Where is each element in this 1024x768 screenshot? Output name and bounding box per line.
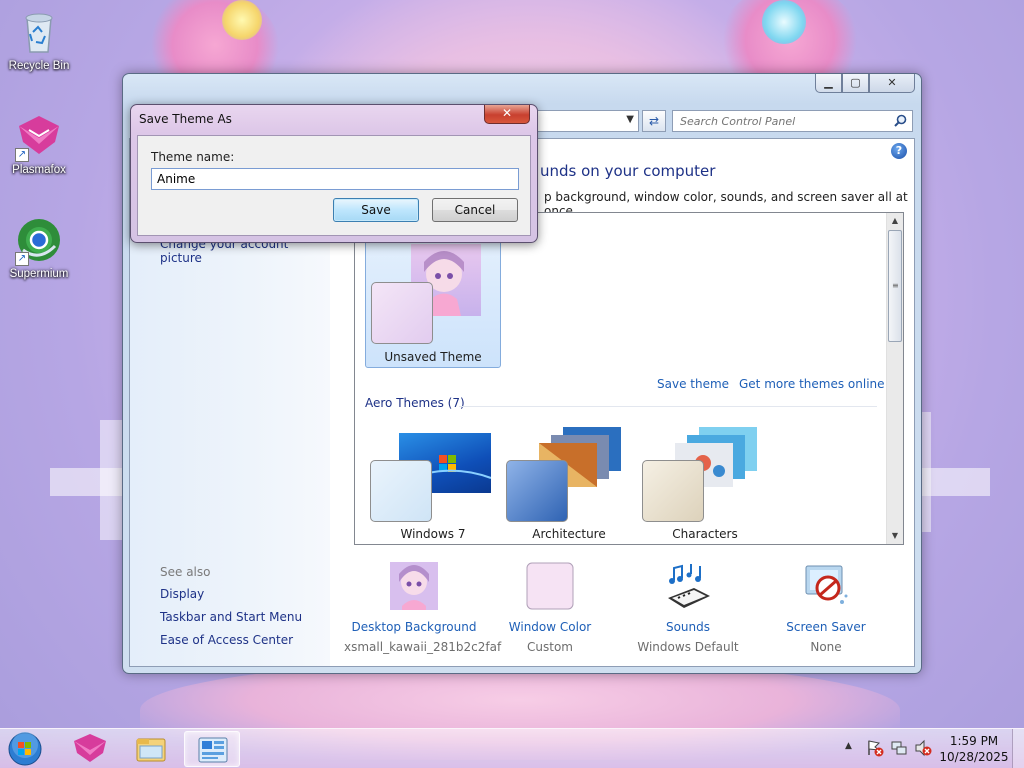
cancel-button[interactable]: Cancel [432, 198, 518, 222]
help-icon[interactable]: ? [891, 143, 907, 159]
theme-unsaved[interactable]: Unsaved Theme [365, 229, 501, 368]
window-color-title[interactable]: Window Color [480, 620, 620, 634]
save-button[interactable]: Save [333, 198, 419, 222]
scroll-grip-icon: ≡ [892, 281, 899, 290]
theme-label: Windows 7 [400, 527, 466, 541]
desktop-background-value: xsmall_kawaii_281b2c2faf [344, 640, 502, 654]
taskbar-file-explorer[interactable] [123, 731, 179, 767]
taskbar-control-panel[interactable] [184, 731, 240, 767]
plasmafox-icon: ↗ [15, 112, 63, 162]
wallpaper-gem-left [222, 0, 262, 40]
windows-orb-icon [8, 732, 42, 766]
theme-architecture[interactable]: Architecture [501, 423, 637, 543]
screen-saver-value: None [810, 640, 842, 654]
theme-characters[interactable]: Characters [637, 423, 773, 543]
supermium-icon: ↗ [15, 216, 63, 266]
action-center-icon[interactable] [866, 739, 884, 757]
theme-color-swatch [371, 282, 433, 344]
refresh-button[interactable]: ⇄ [642, 110, 666, 132]
shortcut-arrow-icon: ↗ [15, 252, 29, 266]
theme-label: Unsaved Theme [384, 350, 482, 364]
aero-themes-label: Aero Themes (7) [365, 396, 465, 410]
theme-color-swatch [642, 460, 704, 522]
control-panel-icon [198, 737, 228, 763]
clock-date: 10/28/2025 [939, 750, 1009, 764]
desktop-icon-supermium[interactable]: ↗ Supermium [0, 216, 78, 280]
clock-time: 1:59 PM [949, 734, 999, 748]
sounds-value: Windows Default [637, 640, 739, 654]
see-also-display-link[interactable]: Display [160, 587, 204, 601]
window-color-item[interactable]: Window Color Custom [480, 562, 620, 654]
theme-name-input[interactable] [151, 168, 519, 190]
desktop-icon-label: Plasmafox [12, 164, 66, 176]
theme-windows-7[interactable]: Windows 7 [365, 423, 501, 543]
taskbar-plasmafox[interactable] [62, 731, 118, 767]
desktop-icon-label: Supermium [9, 268, 69, 280]
file-explorer-icon [136, 738, 166, 762]
network-icon[interactable] [890, 739, 908, 757]
search-input[interactable] [673, 111, 883, 131]
close-button[interactable]: ✕ [869, 74, 915, 93]
themes-scrollbar[interactable]: ▲ ≡ ▼ [886, 213, 903, 544]
minimize-button[interactable]: ▁ [815, 74, 842, 93]
dialog-close-button[interactable]: ✕ [484, 105, 530, 124]
show-desktop-button[interactable] [1012, 729, 1024, 768]
theme-color-swatch [506, 460, 568, 522]
desktop-background-item[interactable]: Desktop Background xsmall_kawaii_281b2c2… [344, 562, 502, 654]
wallpaper-gem-right [762, 0, 806, 44]
sounds-item[interactable]: Sounds Windows Default [618, 562, 758, 654]
save-theme-dialog: Save Theme As ✕ Theme name: Save Cancel [130, 104, 538, 243]
desktop-icon-label: Recycle Bin [8, 60, 70, 72]
tray-overflow-icon[interactable]: ▲ [845, 741, 852, 751]
desktop-background-icon [390, 562, 438, 610]
scroll-thumb[interactable]: ≡ [888, 230, 902, 342]
theme-label: Characters [672, 527, 738, 541]
recycle-bin-icon [15, 8, 63, 56]
section-divider [459, 406, 877, 407]
taskbar: ▲ 1:59 PM 10/28/2025 [0, 728, 1024, 768]
see-also-taskbar-link[interactable]: Taskbar and Start Menu [160, 610, 302, 624]
wallpaper-band-left [100, 420, 124, 540]
theme-label: Architecture [532, 527, 606, 541]
scroll-down-arrow-icon[interactable]: ▼ [887, 528, 903, 544]
scroll-up-arrow-icon[interactable]: ▲ [887, 213, 903, 229]
start-button[interactable] [5, 731, 45, 767]
address-bar[interactable]: ▼ [533, 110, 639, 132]
sounds-icon [664, 562, 712, 610]
search-icon[interactable] [894, 114, 907, 127]
desktop-icon-recycle-bin[interactable]: Recycle Bin [0, 8, 78, 72]
search-box[interactable] [672, 110, 913, 132]
personalization-settings: Desktop Background xsmall_kawaii_281b2c2… [344, 559, 904, 669]
get-more-themes-link[interactable]: Get more themes online [739, 377, 885, 391]
see-also-label: See also [160, 565, 211, 579]
screen-saver-item[interactable]: Screen Saver None [756, 562, 896, 654]
taskbar-clock[interactable]: 1:59 PM 10/28/2025 [938, 733, 1010, 765]
themes-list[interactable]: Unsaved Theme Save theme Get more themes… [354, 212, 904, 545]
screen-saver-title[interactable]: Screen Saver [756, 620, 896, 634]
window-controls: ▁ ▢ ✕ [815, 74, 915, 93]
screen-saver-icon [802, 562, 850, 610]
theme-name-label: Theme name: [151, 150, 235, 164]
theme-color-swatch [370, 460, 432, 522]
plasmafox-icon [74, 734, 106, 762]
dialog-body: Theme name: Save Cancel [137, 135, 531, 236]
dialog-title: Save Theme As [139, 112, 232, 126]
shortcut-arrow-icon: ↗ [15, 148, 29, 162]
address-dropdown-icon[interactable]: ▼ [626, 114, 634, 125]
maximize-button[interactable]: ▢ [842, 74, 869, 93]
sounds-title[interactable]: Sounds [618, 620, 758, 634]
see-also-ease-of-access-link[interactable]: Ease of Access Center [160, 633, 293, 647]
desktop-icon-plasmafox[interactable]: ↗ Plasmafox [0, 112, 78, 176]
page-heading: unds on your computer [540, 162, 716, 180]
save-theme-link[interactable]: Save theme [657, 377, 729, 391]
desktop-background-title[interactable]: Desktop Background [344, 620, 484, 634]
window-color-icon [526, 562, 574, 610]
window-color-value: Custom [527, 640, 573, 654]
volume-muted-icon[interactable] [914, 739, 932, 757]
